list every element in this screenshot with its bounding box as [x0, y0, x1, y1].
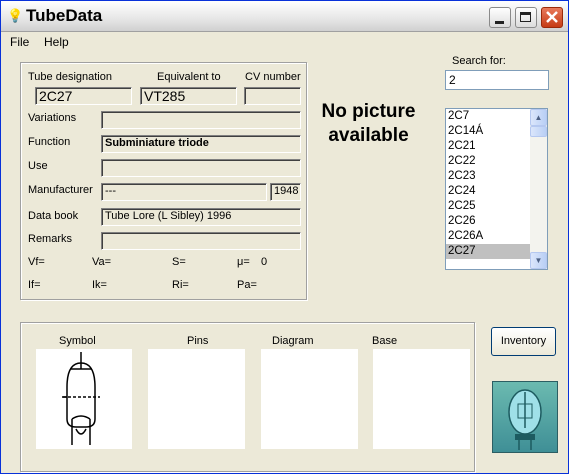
list-item[interactable]: 2C25 — [446, 199, 530, 214]
no-picture-text: No picture available — [321, 101, 416, 146]
variations-field[interactable] — [101, 111, 301, 129]
list-item[interactable]: 2C22 — [446, 154, 530, 169]
cv-label: CV number — [245, 71, 301, 83]
menu-help[interactable]: Help — [44, 35, 69, 49]
triode-symbol-icon — [62, 352, 100, 445]
list-item[interactable]: 2C7 — [446, 109, 530, 124]
menu-bar: File Help — [1, 32, 568, 52]
equivalent-label: Equivalent to — [157, 71, 221, 83]
function-label: Function — [28, 136, 71, 148]
manufacturer-label: Manufacturer — [28, 184, 93, 196]
list-item[interactable]: 2C23 — [446, 169, 530, 184]
vacuum-tube-logo-icon — [508, 389, 542, 450]
lightbulb-icon: 💡 — [7, 8, 24, 23]
chevron-down-icon: ▼ — [534, 256, 543, 265]
client-area: Tube designation Equivalent to CV number… — [1, 52, 568, 473]
base-label: Base — [372, 335, 398, 347]
diagrams-group: Symbol Pins Diagram Base — [20, 322, 475, 472]
list-item[interactable]: 2C24 — [446, 184, 530, 199]
diagram-panel — [261, 349, 358, 449]
use-field[interactable] — [101, 159, 301, 177]
designation-field[interactable]: 2C27 — [35, 87, 132, 105]
remarks-field[interactable] — [101, 232, 301, 250]
logo-image[interactable] — [492, 381, 558, 453]
list-item[interactable]: 2C14Á — [446, 124, 530, 139]
scroll-up-button[interactable]: ▲ — [530, 109, 547, 126]
databook-field[interactable]: Tube Lore (L Sibley) 1996 — [101, 208, 301, 226]
search-input[interactable] — [445, 70, 549, 90]
ri-label: Ri= — [172, 279, 189, 291]
minimize-button[interactable] — [489, 7, 511, 28]
maximize-button[interactable] — [515, 7, 537, 28]
ik-label: Ik= — [92, 279, 107, 291]
year-field[interactable]: 1948 — [270, 183, 301, 201]
pins-panel — [148, 349, 245, 449]
mu-label: μ= — [237, 256, 250, 268]
manufacturer-field[interactable]: --- — [101, 183, 267, 201]
tube-list[interactable]: 2C7 2C14Á 2C21 2C22 2C23 2C24 2C25 2C26 … — [445, 108, 548, 270]
pa-label: Pa= — [237, 279, 257, 291]
close-icon — [546, 11, 558, 23]
databook-label: Data book — [28, 210, 79, 222]
diagram-label: Diagram — [272, 335, 314, 347]
list-item[interactable]: 2C26A — [446, 229, 530, 244]
list-item[interactable]: 2C21 — [446, 139, 530, 154]
menu-file[interactable]: File — [10, 35, 29, 49]
symbol-label: Symbol — [59, 335, 96, 347]
variations-label: Variations — [28, 112, 77, 124]
cv-field[interactable] — [244, 87, 301, 105]
list-item-selected[interactable]: 2C27 — [446, 244, 530, 259]
window-title: TubeData — [26, 6, 103, 25]
s-label: S= — [172, 256, 186, 268]
base-panel — [373, 349, 470, 449]
scroll-down-button[interactable]: ▼ — [530, 252, 547, 269]
close-button[interactable] — [541, 7, 563, 28]
search-label: Search for: — [452, 55, 506, 67]
mu-value: 0 — [261, 256, 268, 268]
vf-label: Vf= — [28, 256, 45, 268]
inventory-button[interactable]: Inventory — [491, 327, 556, 356]
equivalent-field[interactable]: VT285 — [140, 87, 237, 105]
scroll-thumb[interactable] — [530, 126, 547, 137]
minimize-icon — [495, 21, 504, 24]
title-bar[interactable]: 💡 TubeData — [1, 1, 568, 32]
designation-label: Tube designation — [28, 71, 112, 83]
tube-details-group: Tube designation Equivalent to CV number… — [20, 62, 307, 300]
chevron-up-icon: ▲ — [534, 113, 543, 122]
maximize-icon — [520, 12, 531, 22]
symbol-panel — [36, 349, 132, 449]
va-label: Va= — [92, 256, 112, 268]
list-item[interactable]: 2C26 — [446, 214, 530, 229]
if-label: If= — [28, 279, 41, 291]
use-label: Use — [28, 160, 48, 172]
main-window: 💡 TubeData File Help Tube designation Eq… — [0, 0, 569, 474]
remarks-label: Remarks — [28, 233, 73, 245]
pins-label: Pins — [187, 335, 209, 347]
function-field[interactable]: Subminiature triode — [101, 135, 301, 153]
list-scrollbar[interactable]: ▲ ▼ — [530, 109, 547, 269]
